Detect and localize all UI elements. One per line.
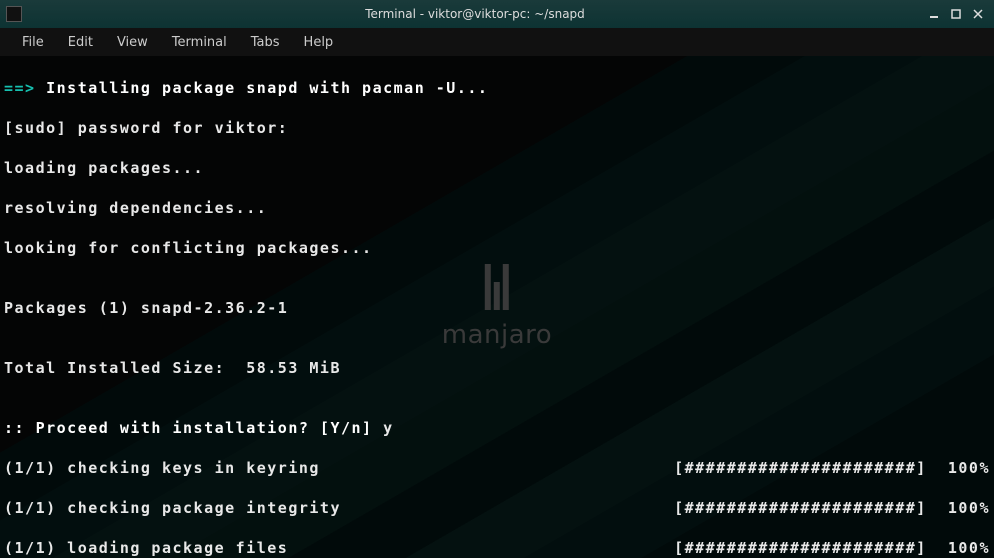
terminal-body[interactable]: manjaro ==> Installing package snapd wit… bbox=[0, 56, 994, 558]
menu-tabs[interactable]: Tabs bbox=[239, 31, 292, 54]
window-title: Terminal - viktor@viktor-pc: ~/snapd bbox=[26, 7, 924, 21]
output-line: resolving dependencies... bbox=[4, 198, 990, 218]
progress-bar: [######################] 100% bbox=[674, 538, 990, 558]
packages-line: Packages (1) snapd-2.36.2-1 bbox=[4, 298, 990, 318]
maximize-button[interactable] bbox=[946, 5, 966, 23]
menu-edit[interactable]: Edit bbox=[56, 31, 105, 54]
progress-label: (1/1) checking keys in keyring bbox=[4, 458, 320, 478]
arrow-marker: ==> bbox=[4, 79, 36, 97]
proceed-answer: y bbox=[373, 419, 394, 437]
proceed-prompt: :: Proceed with installation? [Y/n] bbox=[4, 419, 373, 437]
titlebar: Terminal - viktor@viktor-pc: ~/snapd bbox=[0, 0, 994, 28]
terminal-output: ==> Installing package snapd with pacman… bbox=[4, 58, 990, 558]
app-icon bbox=[6, 6, 22, 22]
progress-bar: [######################] 100% bbox=[674, 498, 990, 518]
progress-label: (1/1) checking package integrity bbox=[4, 498, 341, 518]
output-line: looking for conflicting packages... bbox=[4, 238, 990, 258]
size-line: Total Installed Size: 58.53 MiB bbox=[4, 358, 990, 378]
menu-view[interactable]: View bbox=[105, 31, 160, 54]
install-heading: Installing package snapd with pacman -U.… bbox=[36, 79, 489, 97]
menu-terminal[interactable]: Terminal bbox=[160, 31, 239, 54]
terminal-window: Terminal - viktor@viktor-pc: ~/snapd Fil… bbox=[0, 0, 994, 558]
sudo-prompt: [sudo] password for viktor: bbox=[4, 118, 990, 138]
menubar: File Edit View Terminal Tabs Help bbox=[0, 28, 994, 56]
progress-label: (1/1) loading package files bbox=[4, 538, 288, 558]
menu-file[interactable]: File bbox=[10, 31, 56, 54]
progress-bar: [######################] 100% bbox=[674, 458, 990, 478]
output-line: loading packages... bbox=[4, 158, 990, 178]
close-button[interactable] bbox=[968, 5, 988, 23]
minimize-button[interactable] bbox=[924, 5, 944, 23]
menu-help[interactable]: Help bbox=[292, 31, 346, 54]
